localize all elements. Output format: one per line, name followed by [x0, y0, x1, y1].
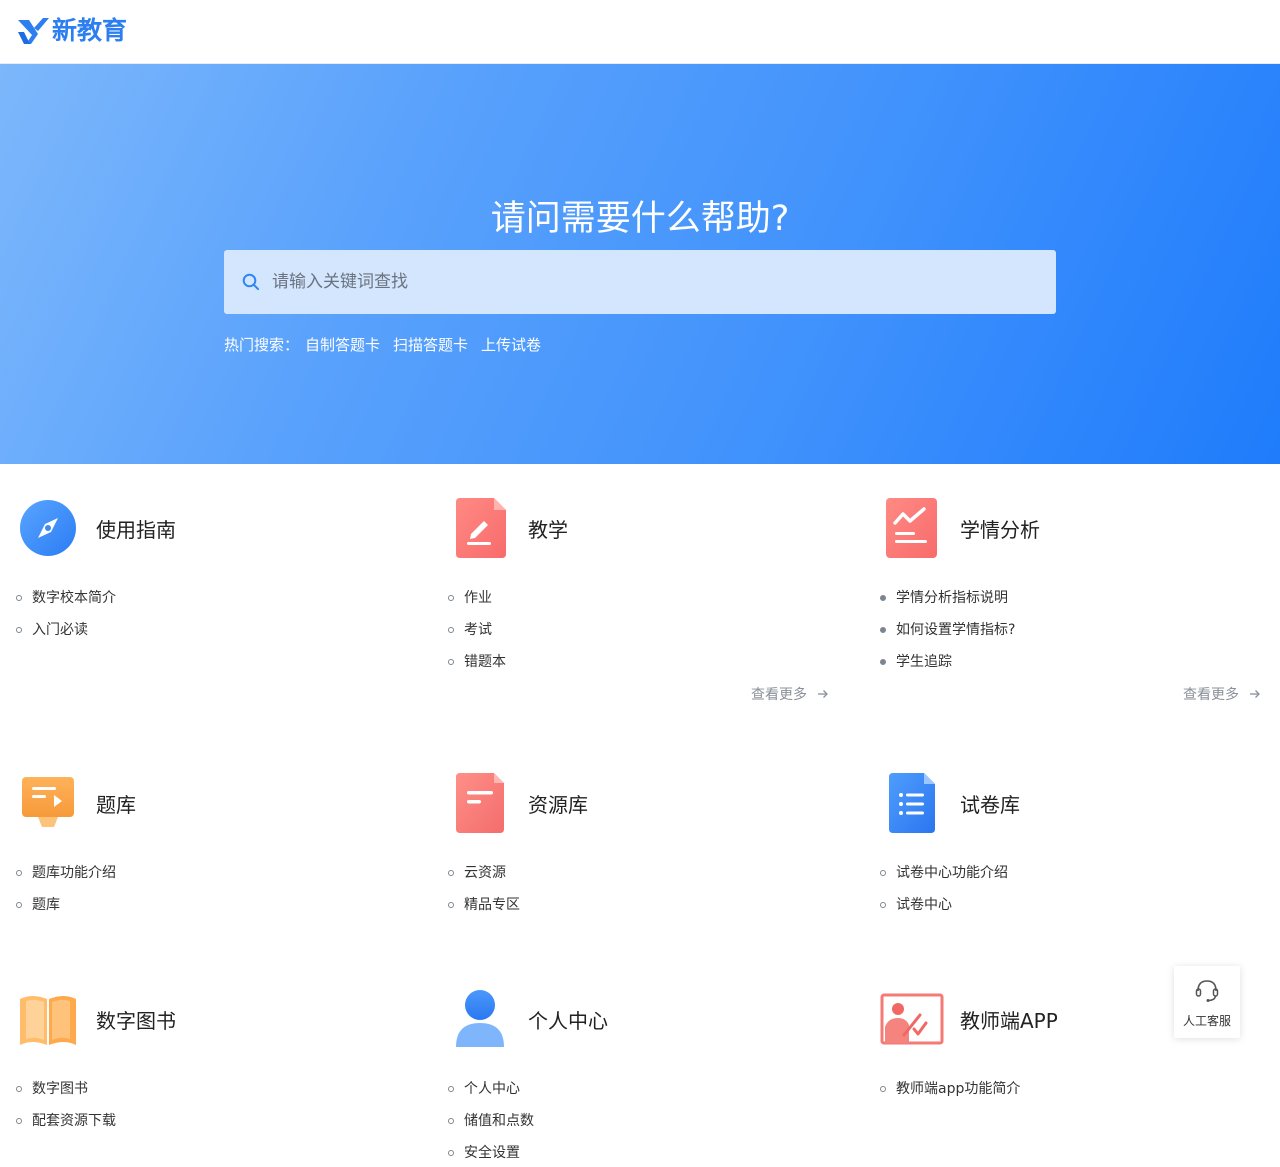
- card-title[interactable]: 学情分析: [960, 514, 1040, 543]
- hot-search-label: 热门搜索：: [224, 336, 300, 354]
- list-item[interactable]: 题库: [16, 889, 116, 921]
- view-more-link[interactable]: 查看更多: [751, 684, 829, 704]
- teacher-screen-icon: [880, 993, 944, 1045]
- headset-icon: [1195, 980, 1219, 1002]
- search-input[interactable]: [272, 250, 1032, 314]
- card-title[interactable]: 使用指南: [96, 514, 176, 543]
- card-links: 数字图书 配套资源下载: [16, 1073, 116, 1137]
- list-item[interactable]: 作业: [448, 582, 506, 614]
- search-icon[interactable]: [241, 272, 261, 292]
- card-links: 学情分析指标说明 如何设置学情指标? 学生追踪: [880, 582, 1015, 678]
- compass-icon: [20, 500, 76, 556]
- list-item[interactable]: 入门必读: [16, 614, 116, 646]
- list-item[interactable]: 考试: [448, 614, 506, 646]
- card-links: 题库功能介绍 题库: [16, 857, 116, 921]
- hot-search-link[interactable]: 扫描答题卡: [393, 334, 468, 355]
- view-more-label: 查看更多: [1183, 687, 1239, 703]
- list-item[interactable]: 题库功能介绍: [16, 857, 116, 889]
- arrow-right-icon: [1250, 690, 1260, 698]
- logo-mark-icon: [18, 18, 49, 44]
- analysis-chart-icon: [886, 498, 937, 558]
- card-title[interactable]: 数字图书: [96, 1005, 176, 1034]
- list-document-icon: [889, 773, 935, 833]
- card-title[interactable]: 教师端APP: [960, 1005, 1058, 1034]
- list-item[interactable]: 学情分析指标说明: [880, 582, 1015, 614]
- list-item[interactable]: 个人中心: [448, 1073, 534, 1105]
- list-item[interactable]: 如何设置学情指标?: [880, 614, 1015, 646]
- card-title[interactable]: 资源库: [528, 789, 588, 818]
- resource-document-icon: [456, 773, 504, 833]
- brand-name: 新教育: [52, 16, 128, 45]
- card-links: 作业 考试 错题本: [448, 582, 506, 678]
- card-title[interactable]: 教学: [528, 514, 568, 543]
- user-icon: [456, 990, 504, 1047]
- view-more-link[interactable]: 查看更多: [1183, 684, 1261, 704]
- list-item[interactable]: 教师端app功能简介: [880, 1073, 1020, 1105]
- card-links: 教师端app功能简介: [880, 1073, 1020, 1105]
- hot-search-link[interactable]: 自制答题卡: [305, 334, 380, 355]
- hero-banner: 请问需要什么帮助? 热门搜索： 自制答题卡 扫描答题卡 上传试卷: [0, 64, 1280, 464]
- arrow-right-icon: [818, 690, 828, 698]
- hot-searches: 热门搜索： 自制答题卡 扫描答题卡 上传试卷: [224, 334, 554, 355]
- customer-service-button[interactable]: 人工客服: [1174, 966, 1240, 1038]
- header: 新教育: [0, 0, 1280, 64]
- hot-search-link[interactable]: 上传试卷: [481, 334, 541, 355]
- list-item[interactable]: 储值和点数: [448, 1105, 534, 1137]
- card-title[interactable]: 试卷库: [960, 789, 1020, 818]
- card-links: 试卷中心功能介绍 试卷中心: [880, 857, 1008, 921]
- hero-title: 请问需要什么帮助?: [490, 199, 790, 239]
- open-book-icon: [20, 996, 76, 1045]
- customer-service-label: 人工客服: [1182, 1014, 1231, 1028]
- presentation-board-icon: [22, 777, 74, 827]
- list-item[interactable]: 数字校本简介: [16, 582, 116, 614]
- list-item[interactable]: 试卷中心功能介绍: [880, 857, 1008, 889]
- list-item[interactable]: 云资源: [448, 857, 520, 889]
- list-item[interactable]: 安全设置: [448, 1137, 534, 1167]
- list-item[interactable]: 试卷中心: [880, 889, 1008, 921]
- list-item[interactable]: 错题本: [448, 646, 506, 678]
- view-more-label: 查看更多: [751, 687, 807, 703]
- list-item[interactable]: 配套资源下载: [16, 1105, 116, 1137]
- card-title[interactable]: 个人中心: [528, 1005, 608, 1034]
- card-title[interactable]: 题库: [96, 789, 136, 818]
- card-links: 数字校本简介 入门必读: [16, 582, 116, 646]
- edit-document-icon: [456, 498, 506, 558]
- card-links: 云资源 精品专区: [448, 857, 520, 921]
- list-item[interactable]: 数字图书: [16, 1073, 116, 1105]
- logo[interactable]: 新教育: [16, 14, 127, 48]
- search-box: [224, 250, 1056, 314]
- list-item[interactable]: 精品专区: [448, 889, 520, 921]
- list-item[interactable]: 学生追踪: [880, 646, 1015, 678]
- card-links: 个人中心 储值和点数 安全设置: [448, 1073, 534, 1167]
